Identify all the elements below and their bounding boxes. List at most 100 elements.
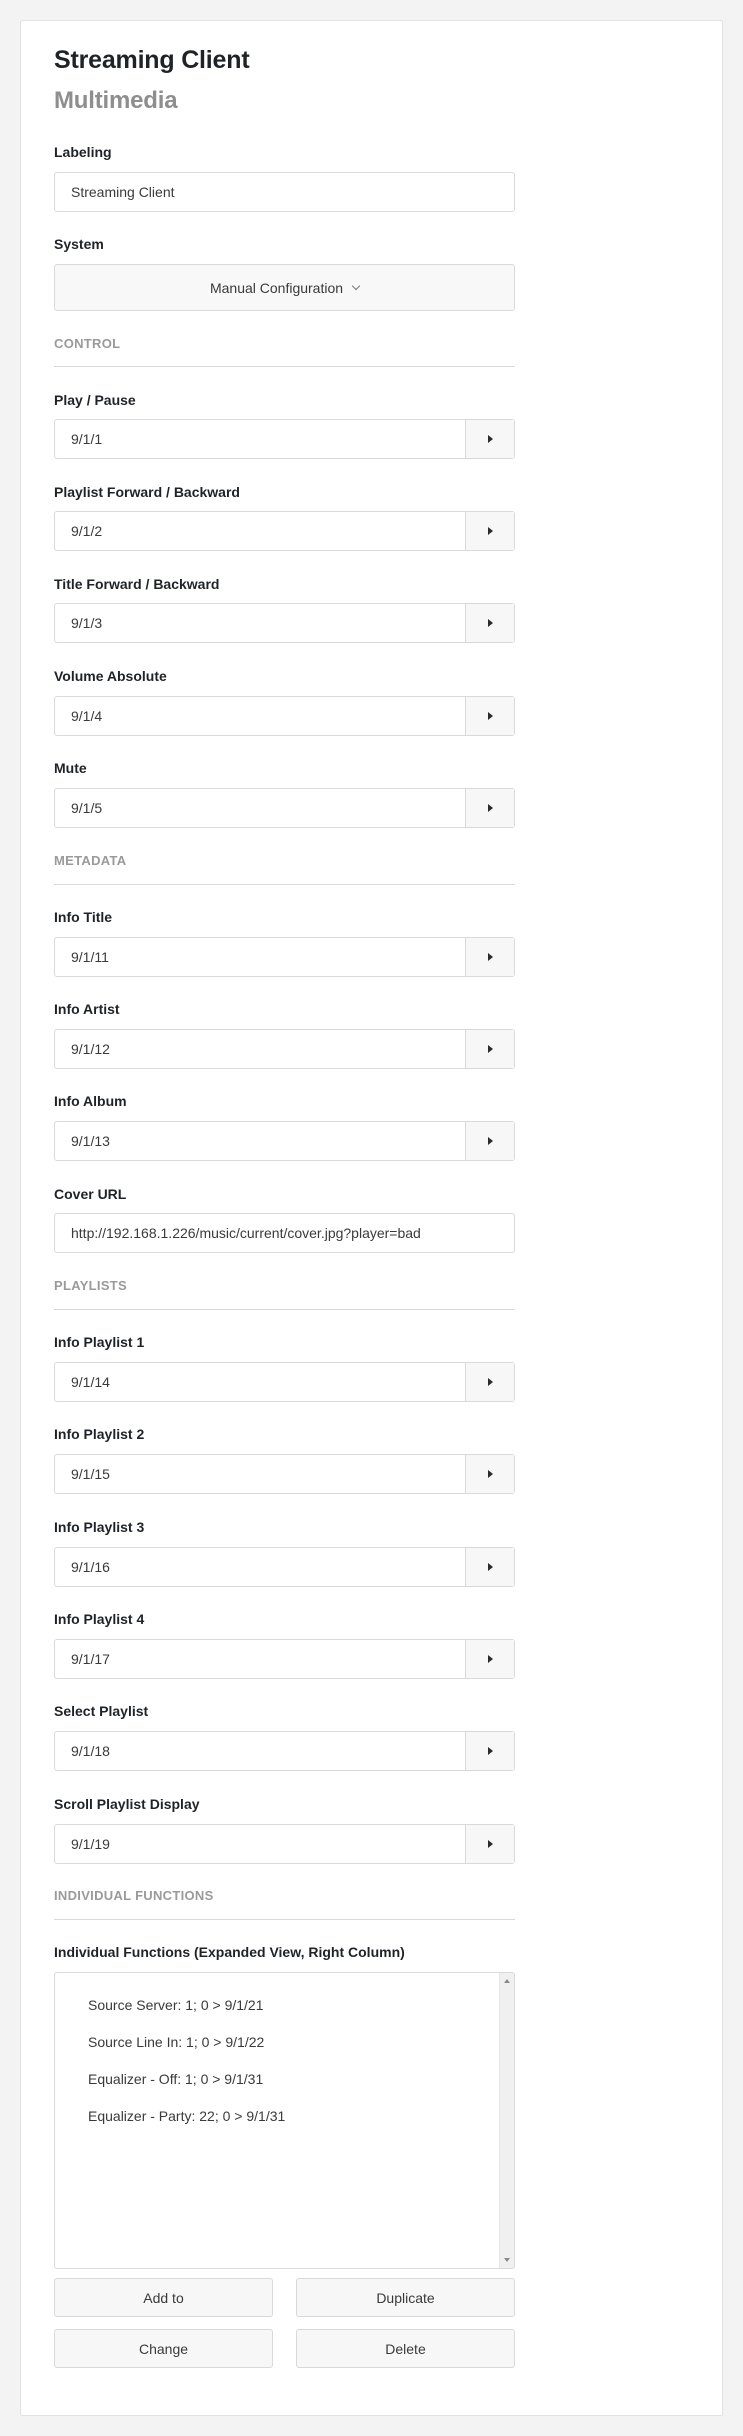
list-item[interactable]: Source Server: 1; 0 > 9/1/21 xyxy=(88,1997,285,2034)
labeling-label: Labeling xyxy=(54,144,112,160)
play-triangle-icon xyxy=(487,527,493,535)
chevron-down-icon xyxy=(351,281,361,290)
group-address-input[interactable]: 9/1/2 xyxy=(55,512,465,550)
address-picker-button[interactable] xyxy=(465,1732,514,1770)
group-address-input[interactable]: 9/1/14 xyxy=(55,1363,465,1401)
field-label: Play / Pause xyxy=(54,392,136,408)
field-label: Info Playlist 1 xyxy=(54,1334,145,1350)
play-triangle-icon xyxy=(487,1840,493,1848)
group-address-input[interactable]: 9/1/17 xyxy=(55,1640,465,1678)
address-picker-button[interactable] xyxy=(465,1455,514,1493)
change-button[interactable]: Change xyxy=(54,2329,273,2368)
add-to-button[interactable]: Add to xyxy=(54,2278,273,2317)
address-picker-button[interactable] xyxy=(465,789,514,827)
play-triangle-icon xyxy=(487,712,493,720)
field-label: Playlist Forward / Backward xyxy=(54,484,240,500)
group-address-input[interactable]: 9/1/12 xyxy=(55,1030,465,1068)
field-label: Select Playlist xyxy=(54,1703,149,1719)
field-label: Volume Absolute xyxy=(54,668,167,684)
play-triangle-icon xyxy=(487,1045,493,1053)
field-label: Info Artist xyxy=(54,1001,120,1017)
group-address-input[interactable]: 9/1/11 xyxy=(55,938,465,976)
group-address-field: 9/1/2 xyxy=(54,511,515,551)
group-address-input[interactable]: 9/1/3 xyxy=(55,604,465,642)
group-address-input[interactable]: 9/1/18 xyxy=(55,1732,465,1770)
section-divider xyxy=(54,884,515,885)
address-picker-button[interactable] xyxy=(465,604,514,642)
address-picker-button[interactable] xyxy=(465,1030,514,1068)
group-address-field: 9/1/1 xyxy=(54,419,515,459)
group-address-field: 9/1/5 xyxy=(54,788,515,828)
play-triangle-icon xyxy=(487,1137,493,1145)
field-label: Title Forward / Backward xyxy=(54,576,220,592)
group-address-field: 9/1/11 xyxy=(54,937,515,977)
field-label: Info Playlist 3 xyxy=(54,1519,145,1535)
play-triangle-icon xyxy=(487,804,493,812)
group-address-field: 9/1/18 xyxy=(54,1731,515,1771)
play-triangle-icon xyxy=(487,953,493,961)
labeling-input[interactable]: Streaming Client xyxy=(54,172,515,212)
section-individual-heading: INDIVIDUAL FUNCTIONS xyxy=(54,1888,214,1903)
group-address-input[interactable]: 9/1/15 xyxy=(55,1455,465,1493)
address-picker-button[interactable] xyxy=(465,1548,514,1586)
settings-card: Streaming Client Multimedia Labeling Str… xyxy=(20,20,723,2416)
address-picker-button[interactable] xyxy=(465,1640,514,1678)
section-divider xyxy=(54,1919,515,1920)
group-address-field: 9/1/3 xyxy=(54,603,515,643)
field-label: Info Playlist 2 xyxy=(54,1426,145,1442)
list-item[interactable]: Source Line In: 1; 0 > 9/1/22 xyxy=(88,2034,285,2071)
group-address-field: 9/1/12 xyxy=(54,1029,515,1069)
scroll-up-arrow-icon[interactable] xyxy=(504,1979,510,1983)
cover-url-input[interactable]: http://192.168.1.226/music/current/cover… xyxy=(54,1213,515,1253)
play-triangle-icon xyxy=(487,435,493,443)
page-subtitle: Multimedia xyxy=(54,87,178,114)
field-label: Mute xyxy=(54,760,87,776)
play-triangle-icon xyxy=(487,1563,493,1571)
section-divider xyxy=(54,366,515,367)
play-triangle-icon xyxy=(487,1655,493,1663)
group-address-field: 9/1/13 xyxy=(54,1121,515,1161)
duplicate-button[interactable]: Duplicate xyxy=(296,2278,515,2317)
address-picker-button[interactable] xyxy=(465,420,514,458)
scroll-down-arrow-icon[interactable] xyxy=(504,2258,510,2262)
address-picker-button[interactable] xyxy=(465,1122,514,1160)
play-triangle-icon xyxy=(487,1747,493,1755)
system-select[interactable]: Manual Configuration xyxy=(54,264,515,311)
group-address-input[interactable]: 9/1/19 xyxy=(55,1825,465,1863)
list-items: Source Server: 1; 0 > 9/1/21 Source Line… xyxy=(88,1997,285,2145)
play-triangle-icon xyxy=(487,619,493,627)
group-address-field: 9/1/17 xyxy=(54,1639,515,1679)
field-label: Info Album xyxy=(54,1093,127,1109)
group-address-field: 9/1/14 xyxy=(54,1362,515,1402)
group-address-input[interactable]: 9/1/16 xyxy=(55,1548,465,1586)
address-picker-button[interactable] xyxy=(465,1363,514,1401)
address-picker-button[interactable] xyxy=(465,697,514,735)
group-address-input[interactable]: 9/1/5 xyxy=(55,789,465,827)
address-picker-button[interactable] xyxy=(465,938,514,976)
address-picker-button[interactable] xyxy=(465,512,514,550)
individual-functions-list[interactable]: Source Server: 1; 0 > 9/1/21 Source Line… xyxy=(54,1972,515,2269)
section-control-heading: CONTROL xyxy=(54,336,121,351)
delete-button[interactable]: Delete xyxy=(296,2329,515,2368)
group-address-input[interactable]: 9/1/1 xyxy=(55,420,465,458)
play-triangle-icon xyxy=(487,1470,493,1478)
field-label: Info Playlist 4 xyxy=(54,1611,145,1627)
field-label: Info Title xyxy=(54,909,113,925)
group-address-field: 9/1/19 xyxy=(54,1824,515,1864)
list-scrollbar[interactable] xyxy=(499,1973,514,2268)
group-address-field: 9/1/16 xyxy=(54,1547,515,1587)
section-playlists-heading: PLAYLISTS xyxy=(54,1278,128,1293)
play-triangle-icon xyxy=(487,1378,493,1386)
list-item[interactable]: Equalizer - Off: 1; 0 > 9/1/31 xyxy=(88,2071,285,2108)
section-divider xyxy=(54,1309,515,1310)
group-address-field: 9/1/15 xyxy=(54,1454,515,1494)
group-address-input[interactable]: 9/1/13 xyxy=(55,1122,465,1160)
group-address-input[interactable]: 9/1/4 xyxy=(55,697,465,735)
cover-url-label: Cover URL xyxy=(54,1186,127,1202)
list-item[interactable]: Equalizer - Party: 22; 0 > 9/1/31 xyxy=(88,2108,285,2145)
address-picker-button[interactable] xyxy=(465,1825,514,1863)
section-metadata-heading: METADATA xyxy=(54,853,127,868)
system-select-value: Manual Configuration xyxy=(209,279,344,296)
individual-functions-label: Individual Functions (Expanded View, Rig… xyxy=(54,1944,405,1960)
system-label: System xyxy=(54,236,104,252)
